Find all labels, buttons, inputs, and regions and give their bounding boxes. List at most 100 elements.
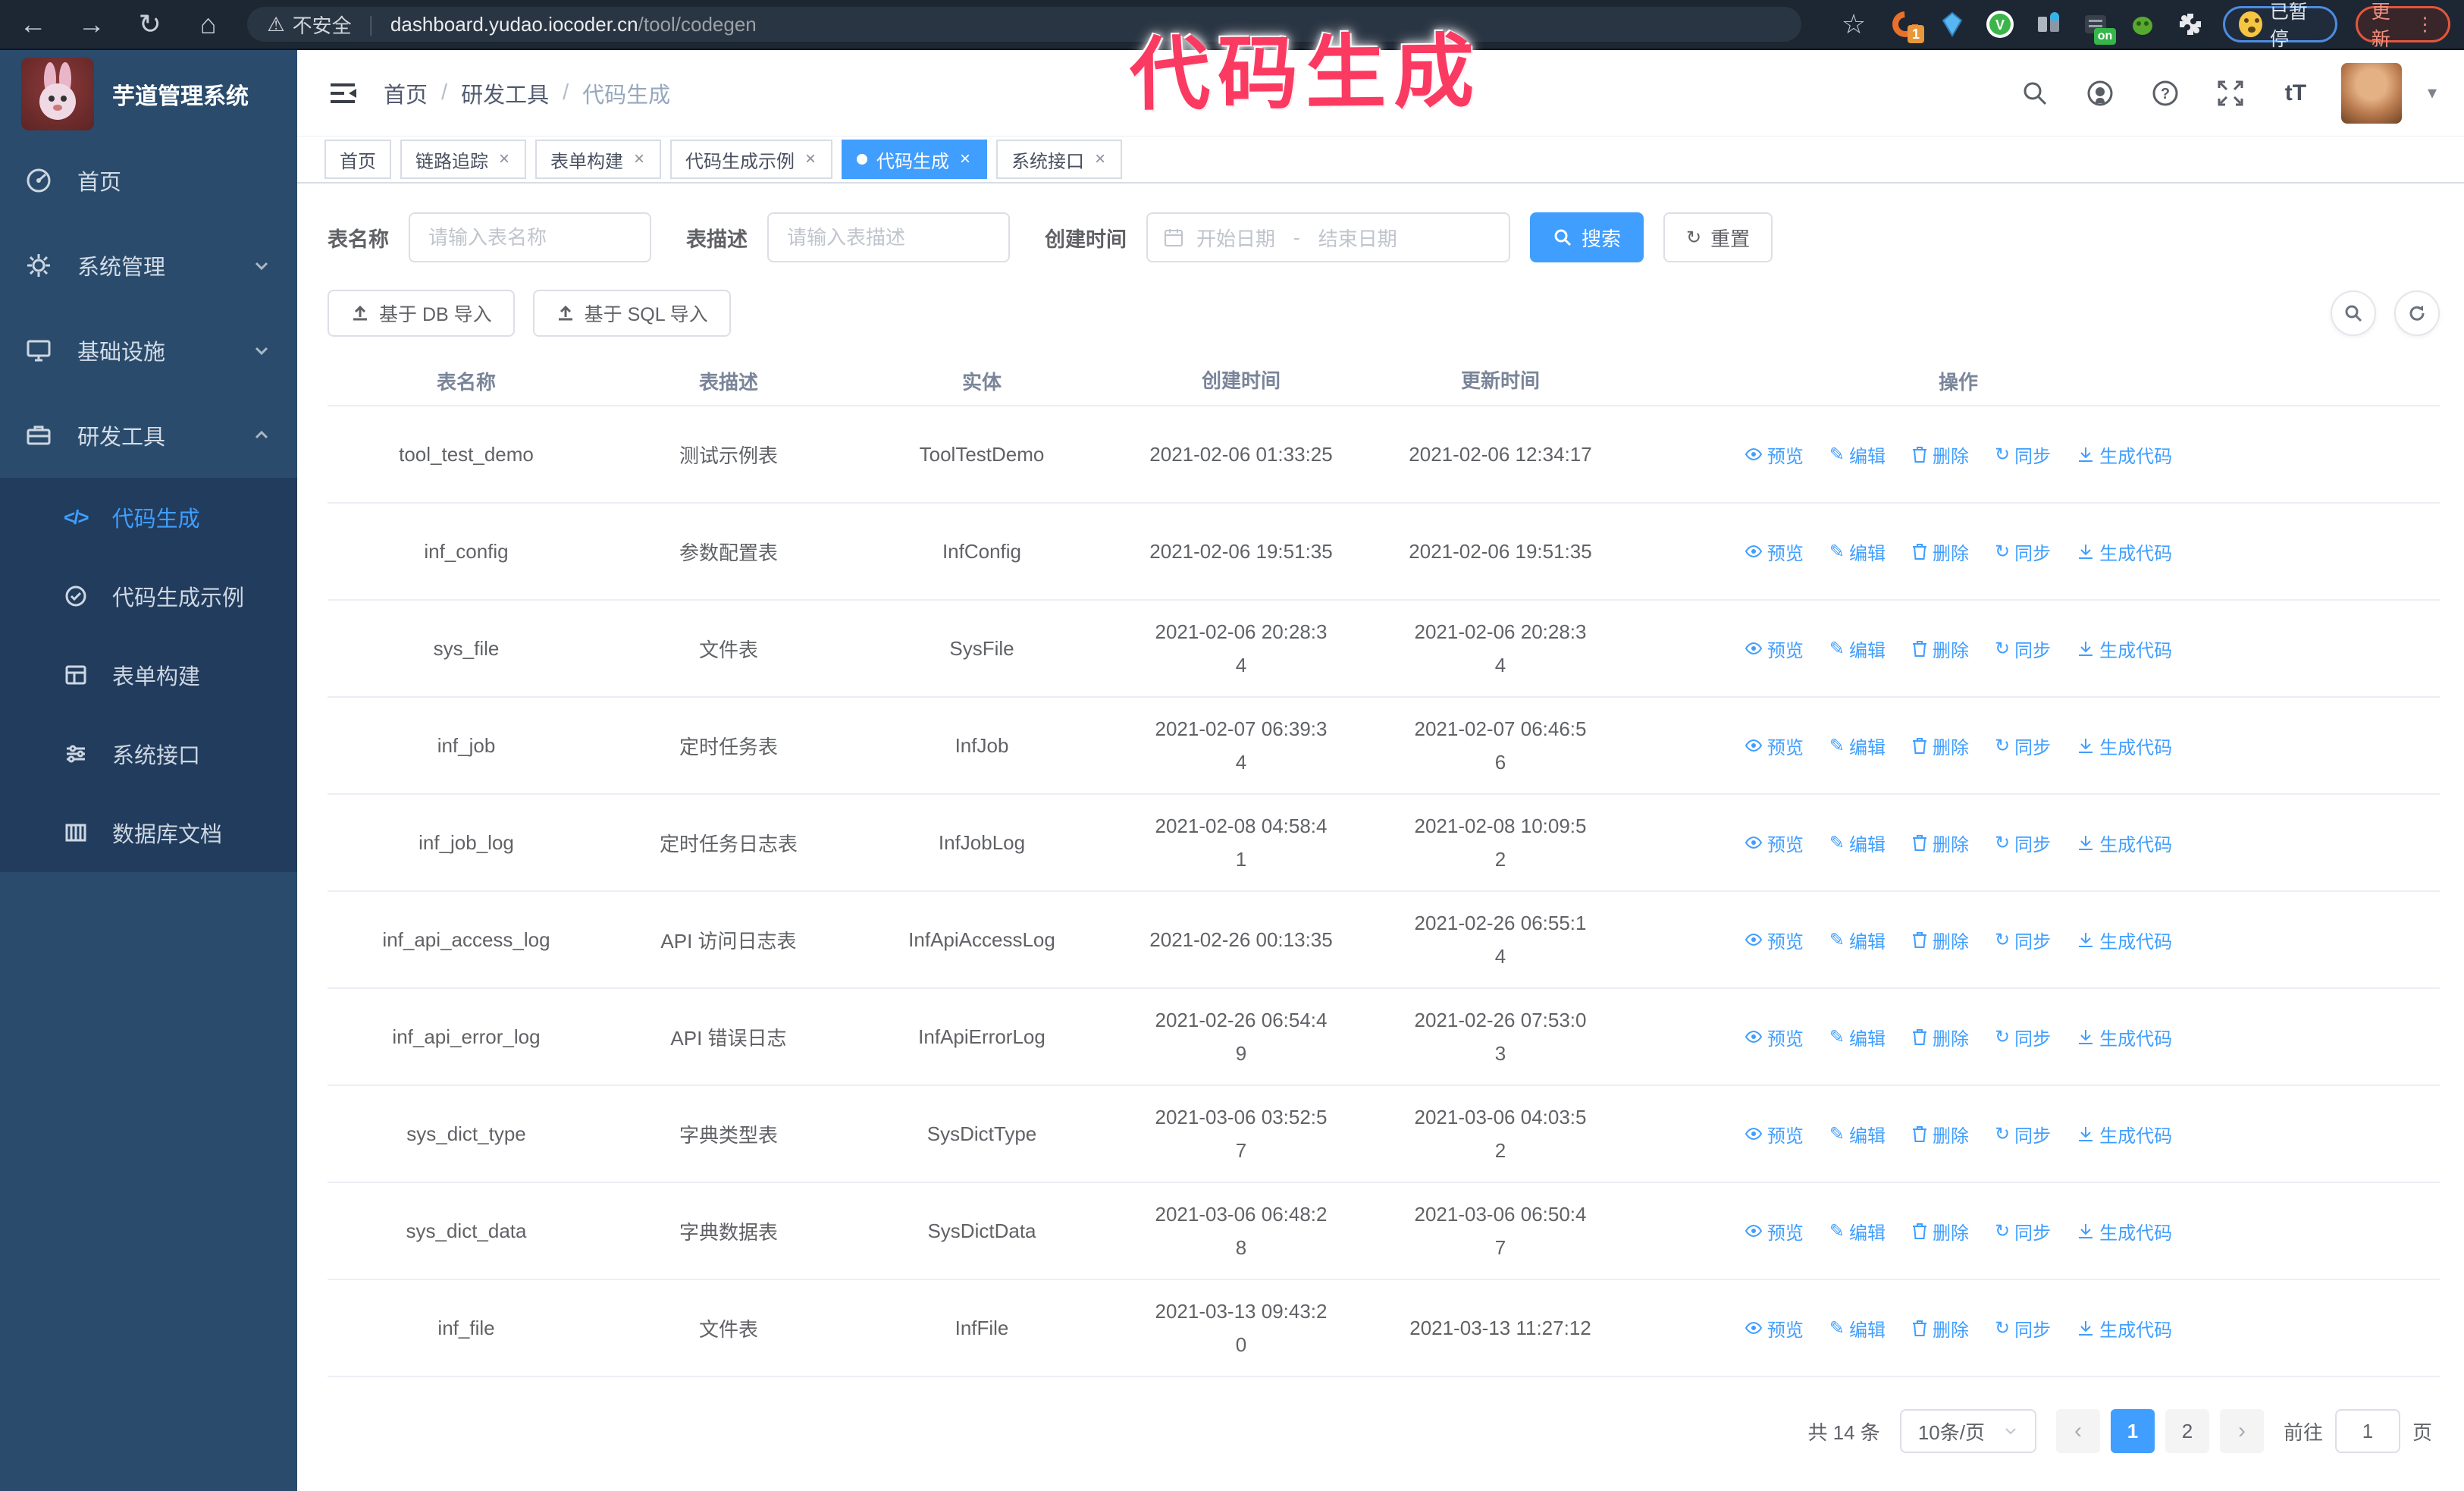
sidebar-item-home[interactable]: 首页 [0,138,297,223]
delete-link[interactable]: 删除 [1911,733,1969,759]
sync-link[interactable]: ↻ 同步 [1995,1315,2051,1342]
refresh-table-button[interactable] [2394,290,2440,336]
delete-link[interactable]: 删除 [1911,927,1969,953]
edit-link[interactable]: ✎ 编辑 [1829,830,1886,856]
sidebar-item-infrastructure[interactable]: 基础设施 [0,308,297,393]
sidebar-collapse-icon[interactable] [324,75,361,111]
edit-link[interactable]: ✎ 编辑 [1829,1121,1886,1147]
tab-form-builder[interactable]: 表单构建 × [535,140,662,179]
browser-back-button[interactable]: ← [14,4,52,45]
sync-link[interactable]: ↻ 同步 [1995,1121,2051,1147]
edit-link[interactable]: ✎ 编辑 [1829,1315,1886,1342]
tab-tracing[interactable]: 链路追踪 × [400,140,527,179]
edit-link[interactable]: ✎ 编辑 [1829,927,1886,953]
prev-page-button[interactable]: ‹ [2055,1409,2100,1454]
sidebar-item-system-management[interactable]: 系统管理 [0,223,297,308]
edit-link[interactable]: ✎ 编辑 [1829,636,1886,662]
fullscreen-icon[interactable] [2211,74,2250,113]
table-name-input[interactable] [409,212,651,262]
preview-link[interactable]: 预览 [1745,1121,1804,1147]
sidebar-item-codegen[interactable]: </> 代码生成 [0,478,297,557]
preview-link[interactable]: 预览 [1745,1024,1804,1050]
github-icon[interactable] [2080,74,2120,113]
toggle-search-button[interactable] [2331,290,2376,336]
edit-link[interactable]: ✎ 编辑 [1829,1218,1886,1245]
browser-menu-dots-icon[interactable]: ⋮ [2415,13,2434,36]
sync-link[interactable]: ↻ 同步 [1995,1218,2051,1245]
preview-link[interactable]: 预览 [1745,636,1804,662]
sidebar-item-dev-tools[interactable]: 研发工具 [0,393,297,478]
sync-link[interactable]: ↻ 同步 [1995,636,2051,662]
edit-link[interactable]: ✎ 编辑 [1829,733,1886,759]
address-bar[interactable]: ⚠ 不安全 | dashboard.yudao.iocoder.cn/tool/… [247,7,1802,42]
paused-extension-pill[interactable]: 已暂停 [2223,2,2337,50]
browser-home-button[interactable]: ⌂ [189,4,227,45]
search-button[interactable]: 搜索 [1530,212,1644,262]
close-icon[interactable]: × [804,149,817,170]
close-icon[interactable]: × [1093,149,1107,170]
generate-code-link[interactable]: 生成代码 [2077,538,2172,565]
tab-home[interactable]: 首页 [324,140,391,179]
extension-icon-gem[interactable] [1938,8,1967,40]
page-button-1[interactable]: 1 [2110,1409,2155,1454]
sync-link[interactable]: ↻ 同步 [1995,927,2051,953]
delete-link[interactable]: 删除 [1911,1315,1969,1342]
delete-link[interactable]: 删除 [1911,1218,1969,1245]
preview-link[interactable]: 预览 [1745,927,1804,953]
delete-link[interactable]: 删除 [1911,636,1969,662]
table-desc-input[interactable] [767,212,1010,262]
browser-forward-button[interactable]: → [72,4,111,45]
preview-link[interactable]: 预览 [1745,1218,1804,1245]
bookmark-star-icon[interactable]: ☆ [1835,4,1872,45]
tab-codegen[interactable]: 代码生成 × [842,140,988,179]
generate-code-link[interactable]: 生成代码 [2077,733,2172,759]
close-icon[interactable]: × [497,149,511,170]
not-secure-warning[interactable]: ⚠ 不安全 [267,11,351,39]
generate-code-link[interactable]: 生成代码 [2077,1024,2172,1050]
search-icon[interactable] [2015,74,2055,113]
font-size-icon[interactable]: tT [2276,74,2315,113]
generate-code-link[interactable]: 生成代码 [2077,1218,2172,1245]
edit-link[interactable]: ✎ 编辑 [1829,441,1886,468]
avatar-caret-down-icon[interactable]: ▾ [2428,82,2437,104]
goto-page-input[interactable] [2334,1409,2400,1454]
sync-link[interactable]: ↻ 同步 [1995,538,2051,565]
breadcrumb-dev-tools[interactable]: 研发工具 [461,77,549,109]
breadcrumb-home[interactable]: 首页 [384,77,428,109]
extensions-puzzle-icon[interactable] [2176,8,2205,40]
sync-link[interactable]: ↻ 同步 [1995,733,2051,759]
next-page-button[interactable]: › [2219,1409,2264,1454]
avatar[interactable] [2340,62,2402,124]
tab-system-api[interactable]: 系统接口 × [996,140,1123,179]
browser-update-button[interactable]: 更新 ⋮ [2355,2,2450,50]
delete-link[interactable]: 删除 [1911,1024,1969,1050]
sidebar-item-database-docs[interactable]: 数据库文档 [0,793,297,872]
date-range-picker[interactable]: 开始日期 - 结束日期 [1146,212,1510,262]
close-icon[interactable]: × [958,149,972,170]
close-icon[interactable]: × [632,149,646,170]
generate-code-link[interactable]: 生成代码 [2077,830,2172,856]
browser-reload-button[interactable]: ↻ [130,4,169,45]
preview-link[interactable]: 预览 [1745,733,1804,759]
preview-link[interactable]: 预览 [1745,538,1804,565]
delete-link[interactable]: 删除 [1911,1121,1969,1147]
preview-link[interactable]: 预览 [1745,441,1804,468]
help-icon[interactable]: ? [2146,74,2185,113]
import-sql-button[interactable]: 基于 SQL 导入 [532,290,731,337]
page-size-select[interactable]: 10条/页 [1899,1409,2036,1454]
generate-code-link[interactable]: 生成代码 [2077,636,2172,662]
delete-link[interactable]: 删除 [1911,538,1969,565]
extension-icon-sliders[interactable] [2033,8,2062,40]
sidebar-item-system-api[interactable]: 系统接口 [0,714,297,793]
logo-area[interactable]: 芋道管理系统 [0,50,297,138]
delete-link[interactable]: 删除 [1911,441,1969,468]
extension-icon-check[interactable]: V [1985,8,2015,40]
preview-link[interactable]: 预览 [1745,1315,1804,1342]
generate-code-link[interactable]: 生成代码 [2077,441,2172,468]
sidebar-item-form-builder[interactable]: 表单构建 [0,636,297,714]
tab-codegen-example[interactable]: 代码生成示例 × [670,140,833,179]
delete-link[interactable]: 删除 [1911,830,1969,856]
import-db-button[interactable]: 基于 DB 导入 [328,290,515,337]
page-button-2[interactable]: 2 [2165,1409,2209,1454]
edit-link[interactable]: ✎ 编辑 [1829,538,1886,565]
